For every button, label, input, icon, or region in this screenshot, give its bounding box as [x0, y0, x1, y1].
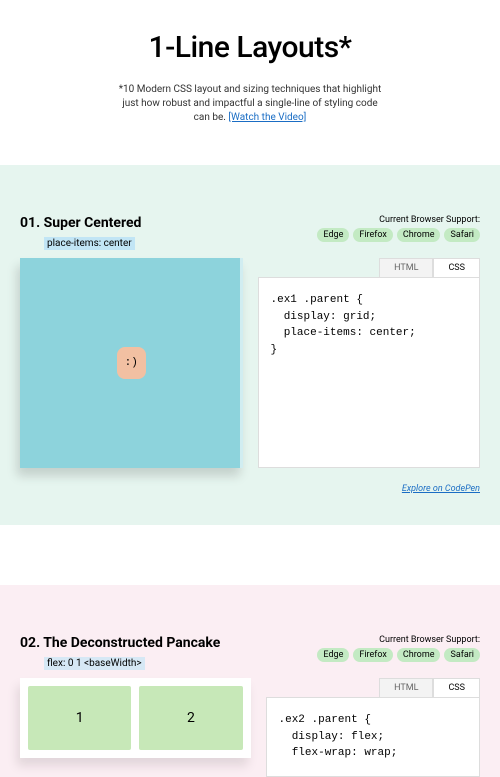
demo-card-1: 1 — [28, 686, 131, 750]
ex2-title: 02. The Deconstructed Pancake — [20, 635, 220, 651]
section-ex1: 01. Super Centered place-items: center C… — [0, 165, 500, 525]
hero-desc: *10 Modern CSS layout and sizing techniq… — [115, 83, 385, 125]
badge-edge: Edge — [317, 648, 349, 662]
tab-css[interactable]: CSS — [433, 678, 480, 697]
badge-safari: Safari — [444, 228, 480, 242]
watch-video-link[interactable]: [Watch the Video] — [228, 112, 306, 123]
explore-codepen-link[interactable]: Explore on CodePen — [402, 484, 480, 494]
demo-card-2: 2 — [139, 686, 242, 750]
explore-row: Explore on CodePen — [20, 476, 480, 495]
tab-css[interactable]: CSS — [433, 258, 480, 277]
tab-html[interactable]: HTML — [379, 258, 433, 277]
code-panel: HTML CSS .ex1 .parent { display: grid; p… — [258, 258, 481, 468]
badge-firefox: Firefox — [353, 228, 393, 242]
ex2-subtitle: flex: 0 1 <baseWidth> — [44, 657, 145, 670]
page-title: 1-Line Layouts* — [20, 30, 480, 65]
demo-face: :) — [117, 347, 146, 379]
ex2-demo: 1 2 — [20, 678, 251, 758]
ex1-title: 01. Super Centered — [20, 215, 141, 231]
badge-safari: Safari — [444, 648, 480, 662]
badge-edge: Edge — [317, 228, 349, 242]
ex2-content: 1 2 HTML CSS .ex2 .parent { display: fle… — [20, 678, 480, 777]
code-tabs: HTML CSS — [258, 258, 481, 277]
ex1-subtitle: place-items: center — [44, 237, 135, 250]
code-tabs: HTML CSS — [266, 678, 481, 697]
section-ex2: 02. The Deconstructed Pancake flex: 0 1 … — [0, 585, 500, 777]
section-head: 01. Super Centered place-items: center C… — [20, 215, 480, 250]
hero: 1-Line Layouts* *10 Modern CSS layout an… — [0, 0, 500, 165]
support-label: Current Browser Support: — [317, 635, 480, 645]
browser-support: Current Browser Support: Edge Firefox Ch… — [317, 215, 480, 242]
browser-support: Current Browser Support: Edge Firefox Ch… — [317, 635, 480, 662]
support-badges: Edge Firefox Chrome Safari — [317, 648, 480, 662]
badge-chrome: Chrome — [397, 228, 441, 242]
code-box: .ex1 .parent { display: grid; place-item… — [258, 277, 481, 468]
ex1-demo: :) — [20, 258, 243, 468]
support-label: Current Browser Support: — [317, 215, 480, 225]
code-panel: HTML CSS .ex2 .parent { display: flex; f… — [266, 678, 481, 777]
badge-chrome: Chrome — [397, 648, 441, 662]
tab-html[interactable]: HTML — [379, 678, 433, 697]
badge-firefox: Firefox — [353, 648, 393, 662]
support-badges: Edge Firefox Chrome Safari — [317, 228, 480, 242]
code-box: .ex2 .parent { display: flex; flex-wrap:… — [266, 697, 481, 777]
ex1-content: :) HTML CSS .ex1 .parent { display: grid… — [20, 258, 480, 468]
section-head: 02. The Deconstructed Pancake flex: 0 1 … — [20, 635, 480, 670]
